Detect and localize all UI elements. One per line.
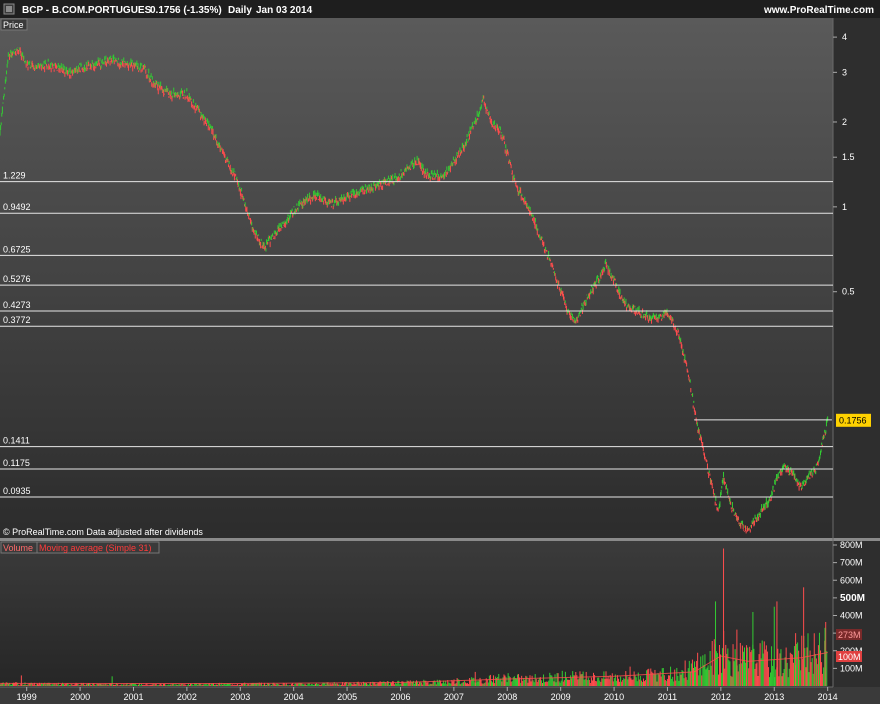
level-label: 0.9492 (3, 202, 31, 212)
volume-tick-label: 700M (840, 558, 863, 568)
y-tick-label: 0.5 (842, 287, 855, 297)
price-footer: © ProRealTime.com Data adjusted after di… (3, 527, 203, 537)
y-tick-label: 1.5 (842, 152, 855, 162)
volume-value-tag: 100M (836, 651, 862, 662)
volume-tick-label: 600M (840, 575, 863, 585)
volume-tick-label: 500M (840, 593, 865, 604)
ma-value-tag-text: 273M (838, 630, 861, 640)
price-label-text: Price (3, 20, 24, 30)
x-tick-label: 2000 (70, 692, 90, 702)
x-tick-label: 2006 (390, 692, 410, 702)
price-panel-background (0, 18, 833, 538)
site-label: www.ProRealTime.com (763, 5, 874, 16)
volume-value-tag-text: 100M (838, 652, 861, 662)
x-tick-label: 2005 (337, 692, 357, 702)
x-tick-label: 2003 (230, 692, 250, 702)
volume-tick-label: 400M (840, 611, 863, 621)
current-price-tag: 0.1756 (836, 413, 871, 427)
level-label: 0.5276 (3, 274, 31, 284)
price-panel-label[interactable]: Price (0, 18, 28, 31)
level-label: 0.6725 (3, 244, 31, 254)
level-label: 0.0935 (3, 486, 31, 496)
current-price-tag-text: 0.1756 (839, 415, 867, 425)
x-tick-label: 2008 (497, 692, 517, 702)
x-tick-label: 2007 (444, 692, 464, 702)
date-label: Jan 03 2014 (256, 5, 313, 16)
volume-panel-background (0, 541, 833, 687)
y-tick-label: 3 (842, 67, 847, 77)
x-tick-label: 2012 (711, 692, 731, 702)
ma-value-tag: 273M (836, 629, 862, 640)
level-label: 0.1175 (3, 458, 30, 468)
volume-tick-label: 800M (840, 540, 863, 550)
header-menu-icon[interactable] (3, 3, 15, 15)
ma-label-text: Moving average (Simple 31) (39, 543, 152, 553)
x-tick-label: 2002 (177, 692, 197, 702)
x-tick-label: 2001 (123, 692, 143, 702)
last-price-change: 0.1756 (-1.35%) (150, 5, 222, 16)
chart-canvas: BCP - B.COM.PORTUGUES 0.1756 (-1.35%) Da… (0, 0, 880, 704)
level-label: 1.229 (3, 171, 26, 181)
panel-separator (0, 538, 880, 541)
timeframe-label: Daily (228, 5, 252, 16)
x-tick-label: 2009 (551, 692, 571, 702)
volume-panel-legend[interactable]: Volume Moving average (Simple 31) (0, 541, 160, 554)
y-tick-label: 4 (842, 32, 847, 42)
x-tick-label: 1999 (17, 692, 37, 702)
y-tick-label: 2 (842, 117, 847, 127)
chart-title: BCP - B.COM.PORTUGUES (22, 5, 152, 16)
x-tick-label: 2004 (284, 692, 304, 702)
level-label: 0.4273 (3, 300, 31, 310)
x-tick-label: 2010 (604, 692, 624, 702)
level-label: 0.1411 (3, 436, 30, 446)
y-tick-label: 1 (842, 202, 847, 212)
x-tick-label: 2014 (818, 692, 838, 702)
volume-tick-label: 100M (840, 663, 863, 673)
price-axis-background (833, 18, 880, 538)
x-tick-label: 2013 (764, 692, 784, 702)
x-tick-label: 2011 (658, 692, 677, 702)
volume-label-text: Volume (3, 543, 33, 553)
level-label: 0.3772 (3, 315, 31, 325)
